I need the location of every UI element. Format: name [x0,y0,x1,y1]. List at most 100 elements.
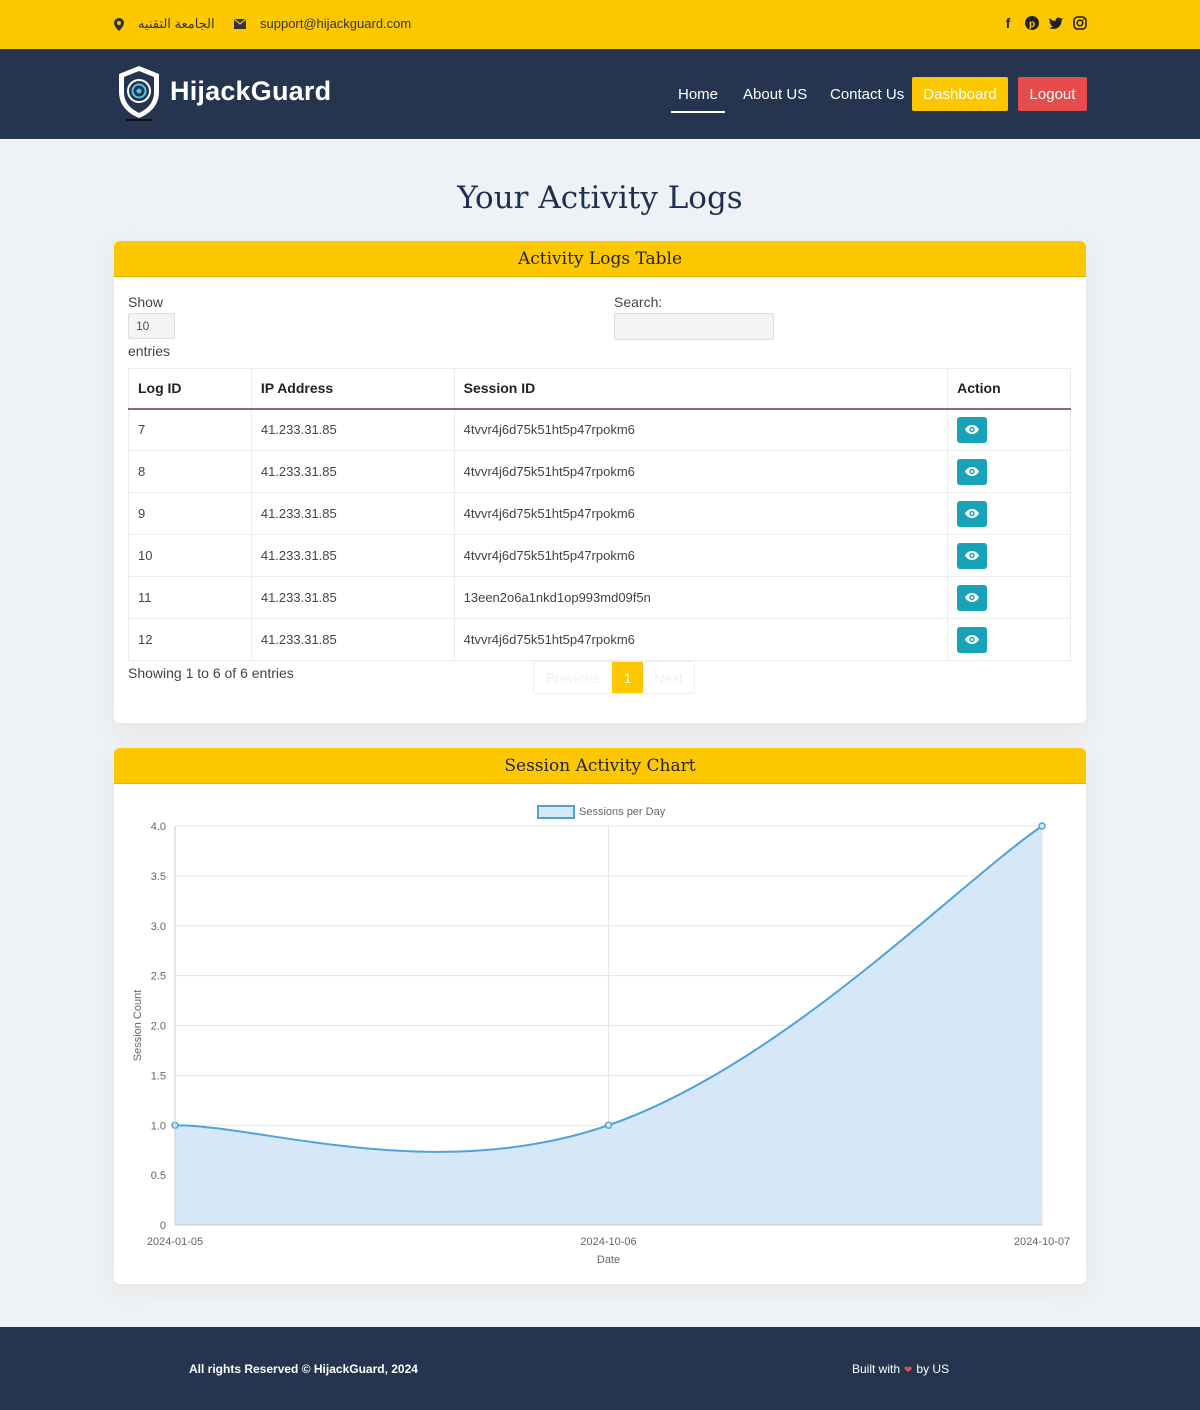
nav-home-link[interactable]: Home [670,86,726,113]
legend-swatch [537,805,575,819]
email-link[interactable]: support@hijackguard.com [260,16,411,31]
facebook-icon[interactable]: f [1001,15,1015,31]
action-cell [947,408,1071,451]
search-input[interactable] [614,313,774,340]
shield-logo-icon[interactable] [116,64,162,121]
log-id-cell: 7 [128,408,252,451]
y-tick-label: 2.5 [151,971,166,983]
data-point [604,1121,613,1129]
view-button[interactable] [957,542,988,569]
y-tick-label: 0 [160,1220,166,1232]
column-header-action[interactable]: Action [947,368,1071,410]
dashboard-button[interactable]: Dashboard [912,77,1008,111]
footer-copyright: All rights Reserved © HijackGuard, 2024 [189,1362,418,1376]
table-header-row: Log ID IP Address Session ID Action [128,368,1071,410]
activity-logs-card: Activity Logs Table Show 10 entries Sear… [114,241,1086,723]
session-id-cell: 4tvvr4j6d75k51ht5p47rpokm6 [453,408,949,451]
action-cell [947,450,1071,493]
ip-address-cell: 41.233.31.85 [250,408,455,451]
log-id-cell: 11 [128,576,252,619]
nav-about-link[interactable]: About US [743,86,807,103]
eye-icon [965,635,980,644]
session-id-cell: 4tvvr4j6d75k51ht5p47rpokm6 [453,618,949,661]
y-tick-label: 2.0 [151,1021,166,1033]
top-bar: الجامعة التقنيه support@hijackguard.com … [0,0,1200,49]
logout-button[interactable]: Logout [1018,77,1087,111]
pagination-next-button[interactable]: Next [643,662,694,693]
eye-icon [965,593,980,602]
page-title: Your Activity Logs [457,180,743,216]
ip-address-cell: 41.233.31.85 [250,576,455,619]
pagination-previous-button[interactable]: Previous [534,662,612,693]
twitter-icon[interactable] [1049,15,1063,31]
nav-contact-link[interactable]: Contact Us [830,86,904,103]
location-text: الجامعة التقنيه [138,16,215,31]
y-tick-label: 3.0 [151,921,166,933]
eye-icon [965,509,980,518]
table-row: 10 41.233.31.85 4tvvr4j6d75k51ht5p47rpok… [128,534,1071,577]
activity-logs-header: Activity Logs Table [114,241,1086,277]
table-row: 8 41.233.31.85 4tvvr4j6d75k51ht5p47rpokm… [128,450,1071,493]
session-id-cell: 4tvvr4j6d75k51ht5p47rpokm6 [453,492,949,535]
svg-text:p: p [1029,19,1035,30]
footer-credit: Built with ❤ by US [852,1362,949,1376]
x-tick-label: 2024-10-06 [580,1236,636,1248]
column-header-ip-address[interactable]: IP Address [250,368,455,410]
y-axis-title: Session Count [132,990,144,1062]
eye-icon [965,467,980,476]
eye-icon [965,551,980,560]
view-button[interactable] [957,416,988,443]
eye-icon [965,425,980,435]
footer-built-prefix: Built with [852,1362,901,1376]
footer-built-suffix: by US [916,1362,950,1376]
view-button[interactable] [957,500,988,527]
social-links: f p [1001,15,1087,31]
heart-icon: ❤ [904,1365,913,1376]
ip-address-cell: 41.233.31.85 [250,450,455,493]
y-tick-label: 3.5 [151,871,166,883]
table-row: 9 41.233.31.85 4tvvr4j6d75k51ht5p47rpokm… [128,492,1071,535]
log-id-cell: 9 [128,492,252,535]
view-button[interactable] [957,626,988,653]
pagination-page-button[interactable]: 1 [612,662,643,693]
action-cell [947,534,1071,577]
column-header-session-id[interactable]: Session ID [453,368,949,410]
log-id-cell: 10 [128,534,252,577]
pinterest-icon[interactable]: p [1025,15,1039,31]
brand-name[interactable]: HijackGuard [170,76,331,107]
ip-address-cell: 41.233.31.85 [250,618,455,661]
instagram-icon[interactable] [1073,15,1087,31]
session-chart-header: Session Activity Chart [114,748,1086,784]
column-header-log-id[interactable]: Log ID [128,368,252,410]
table-row: 12 41.233.31.85 4tvvr4j6d75k51ht5p47rpok… [128,618,1071,661]
action-cell [947,576,1071,619]
location-pin-icon [114,17,124,31]
y-tick-label: 4.0 [151,821,166,833]
entries-per-page-select[interactable]: 10 [128,313,175,339]
y-tick-label: 1.0 [151,1120,166,1132]
activity-logs-table: Log ID IP Address Session ID Action 7 41… [128,368,1071,661]
log-id-cell: 12 [128,618,252,661]
session-activity-chart: Sessions per Day 0 0.5 1.0 1.5 2.0 2.5 3.0 3.5 4.… [132,805,1070,1266]
envelope-icon [234,18,246,29]
y-tick-label: 1.5 [151,1070,166,1082]
search-label: Search: [614,294,663,310]
footer: All rights Reserved © HijackGuard, 2024 … [0,1327,1200,1410]
log-id-cell: 8 [128,450,252,493]
entries-label: entries [128,343,171,359]
table-row: 7 41.233.31.85 4tvvr4j6d75k51ht5p47rpokm… [128,408,1071,451]
table-info-text: Showing 1 to 6 of 6 entries [128,665,294,681]
show-label: Show [128,294,164,310]
location-info: الجامعة التقنيه [114,16,215,32]
x-tick-label: 2024-10-07 [1014,1236,1070,1248]
x-axis-title: Date [597,1254,620,1266]
session-id-cell: 13een2o6a1nkd1op993md09f5n [453,576,949,619]
view-button[interactable] [957,584,988,611]
session-id-cell: 4tvvr4j6d75k51ht5p47rpokm6 [453,450,949,493]
action-cell [947,618,1071,661]
session-chart-card: Session Activity Chart Sessions per Day 0… [114,748,1086,1284]
view-button[interactable] [957,458,988,485]
session-id-cell: 4tvvr4j6d75k51ht5p47rpokm6 [453,534,949,577]
x-tick-label: 2024-01-05 [147,1236,203,1248]
legend-label: Sessions per Day [579,806,666,818]
